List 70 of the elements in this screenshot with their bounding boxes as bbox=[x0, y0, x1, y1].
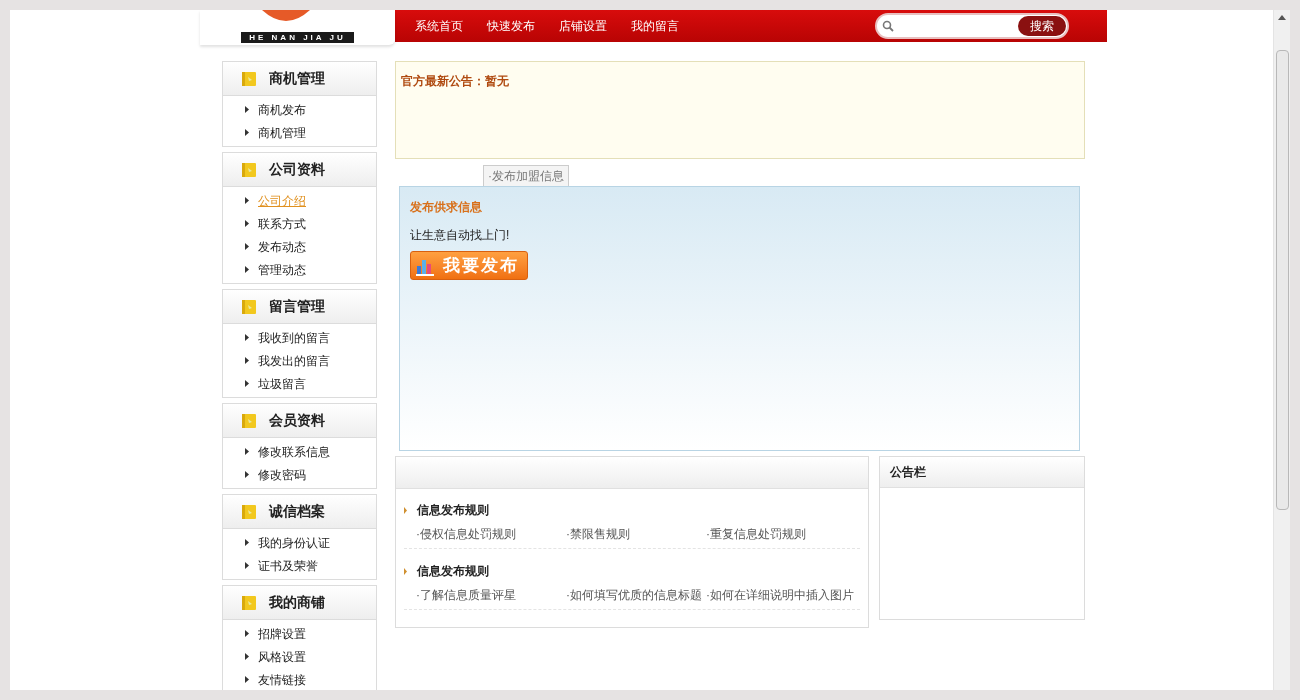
sidebar-link[interactable]: 我发出的留言 bbox=[258, 351, 330, 370]
search-icon bbox=[882, 20, 894, 32]
bullet-icon bbox=[245, 106, 249, 113]
sidebar-link[interactable]: 友情链接 bbox=[258, 670, 306, 689]
section-title: 商机管理 bbox=[269, 69, 325, 88]
bullet-icon bbox=[245, 129, 249, 136]
bullet-icon bbox=[245, 266, 249, 273]
nav-link[interactable]: 店铺设置 bbox=[549, 17, 617, 35]
rules-link[interactable]: ·禁限售规则 bbox=[566, 525, 706, 543]
bullet-icon bbox=[245, 357, 249, 364]
book-icon bbox=[241, 503, 257, 520]
bullet-icon bbox=[245, 653, 249, 660]
bulletin-title: 公告栏 bbox=[890, 464, 926, 481]
sidebar-link[interactable]: 修改联系信息 bbox=[258, 442, 330, 461]
rules-link[interactable]: ·重复信息处罚规则 bbox=[706, 525, 866, 543]
book-icon bbox=[241, 161, 257, 178]
sidebar-link[interactable]: 证书及荣誉 bbox=[258, 556, 318, 575]
scroll-up-icon[interactable] bbox=[1278, 15, 1286, 20]
notice-text: 官方最新公告：暂无 bbox=[401, 74, 509, 88]
logo-text: HE NAN JIA JU bbox=[241, 32, 354, 43]
rules-link[interactable]: ·如何在详细说明中插入图片 bbox=[706, 586, 866, 604]
book-icon bbox=[241, 594, 257, 611]
rules-link[interactable]: ·了解信息质量评星 bbox=[416, 586, 566, 604]
bullet-icon bbox=[245, 539, 249, 546]
bullet-icon bbox=[245, 562, 249, 569]
logo[interactable]: HE NAN JIA JU bbox=[200, 10, 395, 45]
bullet-icon bbox=[404, 506, 407, 514]
nav-link[interactable]: 快速发布 bbox=[477, 17, 545, 35]
sidebar-link[interactable]: 我的身份认证 bbox=[258, 533, 330, 552]
sidebar-link[interactable]: 垃圾留言 bbox=[258, 374, 306, 393]
sidebar-link[interactable]: 联系方式 bbox=[258, 214, 306, 233]
bullet-icon bbox=[245, 334, 249, 341]
sidebar-link[interactable]: 我收到的留言 bbox=[258, 328, 330, 347]
bullet-icon bbox=[245, 380, 249, 387]
book-icon bbox=[241, 412, 257, 429]
rules-link[interactable]: ·如何填写优质的信息标题 bbox=[566, 586, 706, 604]
logo-icon bbox=[262, 10, 310, 22]
sidebar-link[interactable]: 修改密码 bbox=[258, 465, 306, 484]
sidebar-link[interactable]: 风格设置 bbox=[258, 647, 306, 666]
book-icon bbox=[241, 70, 257, 87]
book-icon bbox=[241, 298, 257, 315]
section-title: 留言管理 bbox=[269, 297, 325, 316]
rules-link[interactable]: ·侵权信息处罚规则 bbox=[416, 525, 566, 543]
bullet-icon bbox=[245, 448, 249, 455]
nav-link[interactable]: 系统首页 bbox=[405, 17, 473, 35]
bullet-icon bbox=[245, 220, 249, 227]
rules-title: 信息发布规则 bbox=[417, 502, 489, 519]
panel-title: 发布供求信息 bbox=[410, 199, 483, 216]
sidebar-link[interactable]: 招牌设置 bbox=[258, 624, 306, 643]
section-title: 我的商铺 bbox=[269, 593, 325, 612]
rules-title: 信息发布规则 bbox=[417, 563, 489, 580]
bullet-icon bbox=[245, 630, 249, 637]
bullet-icon bbox=[245, 197, 249, 204]
sidebar-link[interactable]: 发布动态 bbox=[258, 237, 306, 256]
sidebar-link[interactable]: 商机管理 bbox=[258, 123, 306, 142]
nav-link[interactable]: 我的留言 bbox=[621, 17, 689, 35]
search-button[interactable]: 搜索 bbox=[1018, 16, 1066, 36]
bullet-icon bbox=[245, 471, 249, 478]
section-title: 诚信档案 bbox=[269, 502, 325, 521]
tab[interactable]: ·发布加盟信息 bbox=[483, 165, 569, 186]
search-field[interactable]: 搜索 bbox=[875, 13, 1069, 39]
bullet-icon bbox=[404, 567, 407, 575]
scroll-thumb[interactable] bbox=[1275, 50, 1289, 510]
section-title: 会员资料 bbox=[269, 411, 325, 430]
bullet-icon bbox=[245, 243, 249, 250]
sidebar-link[interactable]: 商机发布 bbox=[258, 100, 306, 119]
section-title: 公司资料 bbox=[269, 160, 325, 179]
panel-subtitle: 让生意自动找上门! bbox=[410, 227, 511, 244]
sidebar-link[interactable]: 管理动态 bbox=[258, 260, 306, 279]
bullet-icon bbox=[245, 676, 249, 683]
